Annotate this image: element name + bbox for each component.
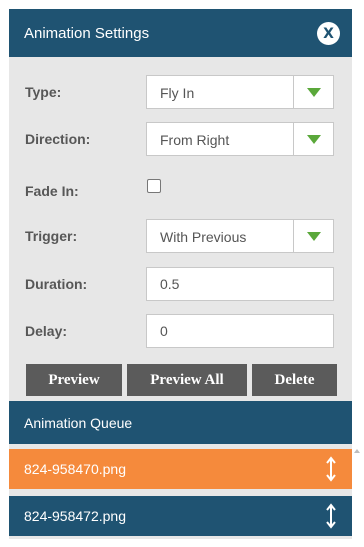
- direction-select[interactable]: From Right: [146, 122, 334, 156]
- trigger-dropdown-button[interactable]: [293, 220, 333, 252]
- direction-row: Direction: From Right: [9, 122, 352, 156]
- duration-input[interactable]: [146, 267, 334, 301]
- queue-item[interactable]: 824-958470.png: [9, 449, 352, 489]
- delay-label: Delay:: [25, 323, 68, 339]
- delay-row: Delay:: [9, 314, 352, 348]
- trigger-label: Trigger:: [25, 228, 78, 244]
- close-icon[interactable]: X: [317, 22, 340, 45]
- trigger-value: With Previous: [160, 229, 247, 245]
- preview-all-button[interactable]: Preview All: [127, 364, 247, 396]
- animation-queue-header: Animation Queue: [9, 401, 352, 444]
- chevron-down-icon: [306, 134, 321, 144]
- panel-header: Animation Settings X: [9, 9, 352, 57]
- direction-label: Direction:: [25, 131, 91, 147]
- drag-handle-icon[interactable]: [325, 456, 337, 482]
- delete-button[interactable]: Delete: [252, 364, 337, 396]
- animation-settings-panel: Animation Settings X Type: Fly In Direct…: [9, 9, 360, 539]
- settings-form: Type: Fly In Direction: From Right Fade …: [9, 57, 352, 401]
- queue-item[interactable]: 824-958472.png: [9, 496, 352, 536]
- trigger-row: Trigger: With Previous: [9, 219, 352, 253]
- chevron-down-icon: [306, 231, 321, 241]
- queue-item-label: 824-958472.png: [24, 508, 126, 524]
- type-label: Type:: [25, 84, 62, 100]
- trigger-select[interactable]: With Previous: [146, 219, 334, 253]
- fade-in-checkbox[interactable]: [147, 179, 161, 193]
- scroll-up-arrow[interactable]: [354, 449, 360, 453]
- type-select[interactable]: Fly In: [146, 75, 334, 109]
- queue-item-label: 824-958470.png: [24, 461, 126, 477]
- preview-button[interactable]: Preview: [26, 364, 122, 396]
- type-value: Fly In: [160, 85, 195, 101]
- delay-input[interactable]: [146, 314, 334, 348]
- type-row: Type: Fly In: [9, 75, 352, 109]
- fade-in-row: Fade In:: [9, 178, 352, 212]
- chevron-down-icon: [306, 87, 321, 97]
- duration-label: Duration:: [25, 276, 88, 292]
- fade-in-label: Fade In:: [25, 183, 79, 199]
- animation-queue-title: Animation Queue: [24, 415, 133, 431]
- direction-dropdown-button[interactable]: [293, 123, 333, 155]
- type-dropdown-button[interactable]: [293, 76, 333, 108]
- panel-title: Animation Settings: [24, 25, 150, 42]
- duration-row: Duration:: [9, 267, 352, 301]
- drag-handle-icon[interactable]: [325, 503, 337, 529]
- direction-value: From Right: [160, 132, 230, 148]
